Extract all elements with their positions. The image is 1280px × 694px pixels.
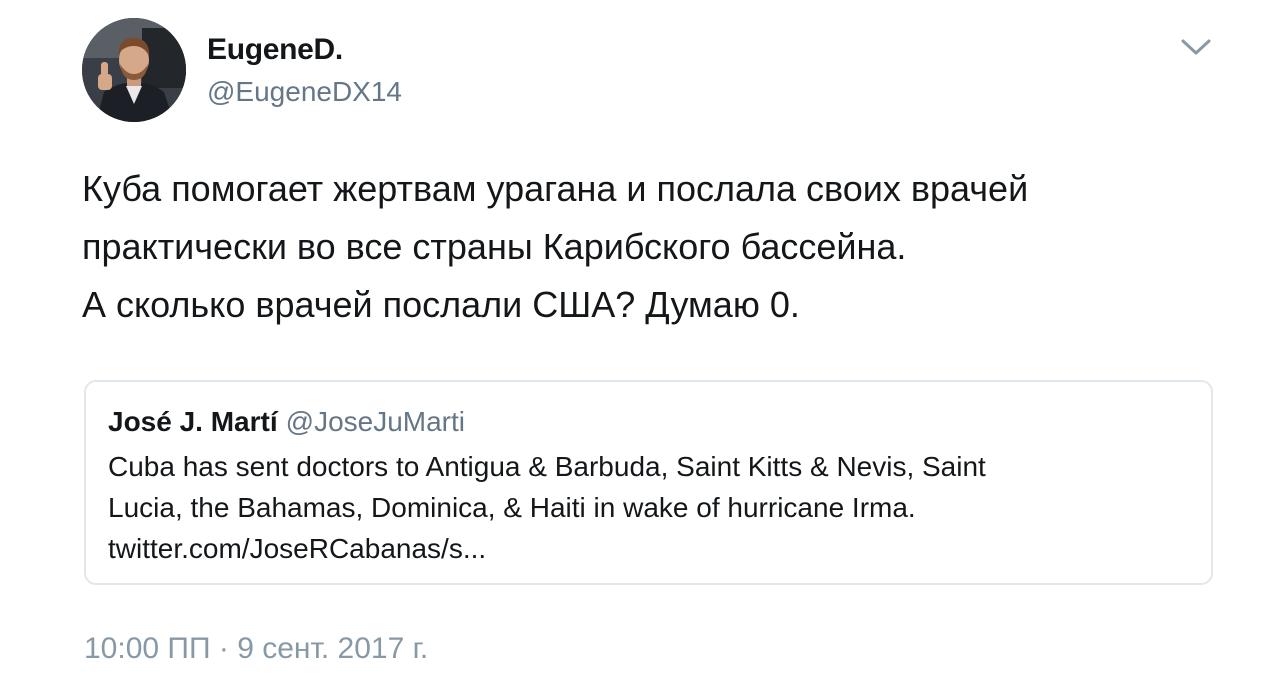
tweet-timestamp[interactable]: 10:00 ПП · 9 сент. 2017 г. xyxy=(84,632,428,666)
tweet-card: EugeneD. @EugeneDX14 Куба помогает жертв… xyxy=(0,0,1280,694)
author-display-name[interactable]: EugeneD. xyxy=(207,33,343,67)
chevron-down-icon xyxy=(1181,39,1211,55)
tweet-text-line: Куба помогает жертвам урагана и послала … xyxy=(82,168,1029,209)
author-handle[interactable]: @EugeneDX14 xyxy=(207,76,402,108)
tweet-menu-button[interactable] xyxy=(1178,34,1214,60)
avatar[interactable] xyxy=(82,18,186,122)
quoted-tweet[interactable]: José J. Martí @JoseJuMarti Cuba has sent … xyxy=(84,380,1213,585)
tweet-text-line: А сколько врачей послали США? Думаю 0. xyxy=(82,284,800,325)
user-photo-avatar-icon xyxy=(82,18,186,122)
quoted-tweet-text: Cuba has sent doctors to Antigua & Barbu… xyxy=(108,446,1188,569)
tweet-text-line: практически во все страны Карибского бас… xyxy=(82,226,907,267)
quoted-author-handle: @JoseJuMarti xyxy=(285,406,466,437)
quoted-tweet-line: Lucia, the Bahamas, Dominica, & Haiti in… xyxy=(108,492,916,523)
quoted-tweet-link[interactable]: twitter.com/JoseRCabanas/s... xyxy=(108,528,1188,569)
quoted-tweet-header: José J. Martí @JoseJuMarti xyxy=(108,406,465,438)
quoted-tweet-line: Cuba has sent doctors to Antigua & Barbu… xyxy=(108,451,986,482)
tweet-text: Куба помогает жертвам урагана и послала … xyxy=(82,160,1202,334)
quoted-author-name: José J. Martí xyxy=(108,406,278,437)
